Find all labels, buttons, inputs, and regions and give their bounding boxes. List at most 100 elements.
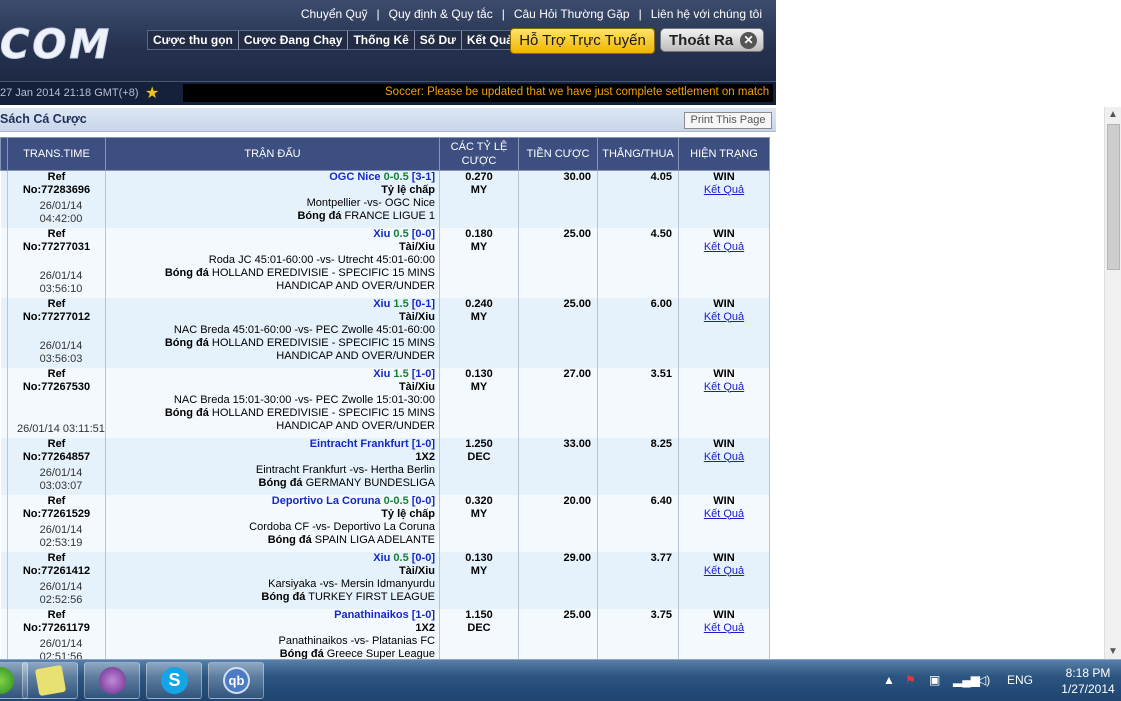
tab-running-bets[interactable]: Cược Đang Chạy: [239, 31, 349, 49]
match-cell: OGC Nice 0-0.5 [3-1] Tỷ lệ chấp Montpellie…: [105, 170, 440, 228]
live-score: [0-0]: [411, 227, 435, 240]
odds-type: MY: [470, 507, 488, 520]
trans-datetime: 26/01/14 03:56:03: [39, 339, 83, 365]
trans-datetime: 26/01/14 04:42:00: [39, 199, 83, 225]
taskbar-sticky-notes[interactable]: [22, 662, 78, 699]
site-header: COM Chuyển Quỹ | Quy định & Quy tắc | Câu Hỏ…: [0, 0, 776, 81]
sticky-notes-icon: [34, 664, 67, 697]
table-body: Ref No:77283696 26/01/14 04:42:00 OGC Nice …: [0, 170, 770, 660]
league-line: Bóng đá SPAIN LIGA ADELANTE: [109, 534, 435, 547]
handicap: 0-0.5: [383, 494, 409, 507]
tab-compact-bets[interactable]: Cược thu gọn: [148, 31, 239, 49]
match-teams: Montpellier -vs- OGC Nice: [306, 197, 435, 209]
link-rules[interactable]: Quy định & Quy tắc: [389, 7, 493, 21]
language-indicator[interactable]: ENG: [1007, 673, 1033, 687]
selection-line: Xiu 1.5 [0-1]: [109, 298, 435, 311]
odds-type: MY: [470, 380, 488, 393]
status-cell: WIN Kết Quả: [678, 608, 770, 659]
status-result: WIN: [713, 437, 735, 450]
row-spacer: [0, 297, 8, 368]
trans-time-cell: Ref No:77261529 26/01/14 02:53:19: [7, 494, 106, 552]
row-spacer: [0, 367, 8, 438]
row-spacer: [0, 227, 8, 298]
scroll-up-icon[interactable]: ▲: [1108, 109, 1118, 120]
result-link[interactable]: Kết Quả: [704, 381, 744, 393]
tab-statistics[interactable]: Thống Kê: [348, 31, 415, 49]
ticket-number: No:77267530: [22, 380, 91, 393]
row-spacer: [0, 551, 8, 609]
result-link[interactable]: Kết Quả: [704, 184, 744, 196]
show-hidden-icons-icon[interactable]: ▲: [883, 673, 895, 687]
site-logo[interactable]: COM: [0, 22, 112, 69]
table-row: Ref No:77277031 26/01/14 03:56:10 Xiu 0.5 […: [0, 227, 770, 298]
odds-type: MY: [470, 564, 488, 577]
live-score: [1-0]: [411, 437, 435, 450]
print-page-button[interactable]: Print This Page: [684, 112, 772, 129]
table-row: Ref No:77261529 26/01/14 02:53:19 Deportivo…: [0, 494, 770, 552]
link-contact[interactable]: Liên hệ với chúng tôi: [651, 7, 762, 21]
result-link[interactable]: Kết Quả: [704, 622, 744, 634]
taskbar-qbittorrent[interactable]: qb: [208, 662, 264, 699]
bet-type: 1X2: [415, 450, 435, 463]
ticket-number: No:77264857: [22, 450, 91, 463]
league-name: TURKEY FIRST LEAGUE: [308, 590, 435, 603]
vertical-scrollbar[interactable]: ▲ ▼: [1104, 107, 1121, 659]
win-loss-cell: 3.77: [597, 551, 679, 609]
result-link[interactable]: Kết Quả: [704, 451, 744, 463]
match-teams: NAC Breda 15:01-30:00 -vs- PEC Zwolle 15…: [173, 393, 435, 406]
ref-label: Ref: [47, 437, 66, 450]
link-faq[interactable]: Câu Hỏi Thường Gặp: [514, 7, 630, 21]
star-icon[interactable]: ★: [145, 83, 159, 103]
result-link[interactable]: Kết Quả: [704, 565, 744, 577]
league-name: HOLLAND EREDIVISIE - SPECIFIC 15 MINS HA…: [211, 406, 435, 432]
stake-cell: 33.00: [518, 437, 598, 495]
status-result: WIN: [713, 297, 735, 310]
ticket-number: No:77261412: [22, 564, 91, 577]
link-transfer-funds[interactable]: Chuyển Quỹ: [301, 7, 368, 21]
handicap: 0.5: [393, 551, 409, 564]
action-center-icon[interactable]: ⚑: [905, 673, 916, 687]
selection-line: OGC Nice 0-0.5 [3-1]: [109, 171, 435, 184]
windows-orb-icon: [0, 667, 14, 694]
status-result: WIN: [713, 494, 735, 507]
match-cell: Xiu 0.5 [0-0] Tài/Xiu Karsiyaka -vs- Mersi…: [105, 551, 440, 609]
win-loss-cell: 8.25: [597, 437, 679, 495]
tab-balance[interactable]: Số Dư: [415, 31, 462, 49]
odds-cell: 1.250 DEC: [439, 437, 519, 495]
taskbar-messenger[interactable]: [84, 662, 140, 699]
result-link[interactable]: Kết Quả: [704, 508, 744, 520]
result-link[interactable]: Kết Quả: [704, 311, 744, 323]
network-warning-icon[interactable]: ▣: [929, 673, 940, 687]
signal-icon[interactable]: ▂▄▆: [953, 673, 980, 687]
col-header-status: HIỆN TRẠNG: [678, 137, 770, 171]
league-line: Bóng đá GERMANY BUNDESLIGA: [109, 477, 435, 490]
online-support-button[interactable]: Hỗ Trợ Trực Tuyến: [510, 28, 655, 54]
league-name: HOLLAND EREDIVISIE - SPECIFIC 15 MINS HA…: [211, 266, 435, 292]
scrollbar-thumb[interactable]: [1107, 124, 1120, 270]
selection-line: Xiu 0.5 [0-0]: [109, 552, 435, 565]
ref-label: Ref: [47, 551, 66, 564]
trans-datetime: 26/01/14 02:51:56: [39, 637, 83, 660]
col-header-trans-time: TRANS.TIME: [7, 137, 106, 171]
league-line: Bóng đá HOLLAND EREDIVISIE - SPECIFIC 15…: [109, 407, 435, 433]
league-name: SPAIN LIGA ADELANTE: [314, 533, 435, 546]
volume-icon[interactable]: ◁): [977, 673, 990, 687]
selection: Xiu: [373, 551, 391, 564]
odds-cell: 0.130 MY: [439, 367, 519, 438]
status-cell: WIN Kết Quả: [678, 367, 770, 438]
match-teams: Karsiyaka -vs- Mersin Idmanyurdu: [268, 577, 435, 590]
sport-name: Bóng đá: [164, 406, 209, 419]
scroll-down-icon[interactable]: ▼: [1108, 646, 1118, 657]
odds-type: DEC: [467, 621, 491, 634]
sport-name: Bóng đá: [279, 647, 324, 660]
close-icon: ✕: [740, 32, 757, 49]
trans-datetime: 26/01/14 03:56:10: [39, 269, 83, 295]
status-cell: WIN Kết Quả: [678, 437, 770, 495]
result-link[interactable]: Kết Quả: [704, 241, 744, 253]
table-row: Ref No:77261412 26/01/14 02:52:56 Xiu 0.5 […: [0, 551, 770, 609]
handicap: 1.5: [393, 297, 409, 310]
taskbar-skype[interactable]: S: [146, 662, 202, 699]
ref-label: Ref: [47, 494, 66, 507]
logout-button[interactable]: Thoát Ra ✕: [660, 28, 764, 52]
system-clock[interactable]: 8:18 PM 1/27/2014: [1053, 665, 1121, 697]
